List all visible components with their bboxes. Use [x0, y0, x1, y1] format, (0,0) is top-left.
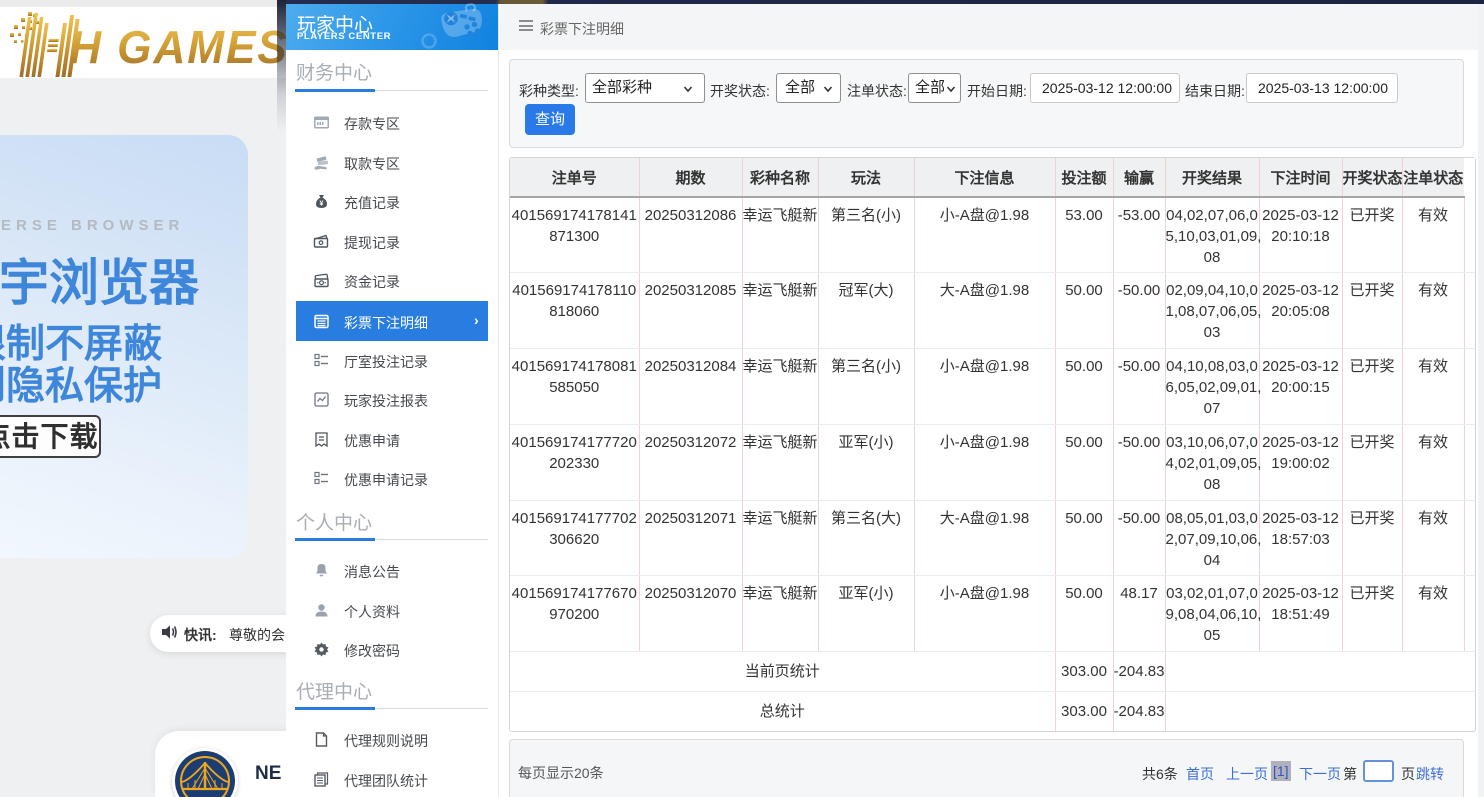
svg-text:H GAMES: H GAMES	[69, 21, 287, 73]
svg-text:¥: ¥	[320, 201, 324, 208]
